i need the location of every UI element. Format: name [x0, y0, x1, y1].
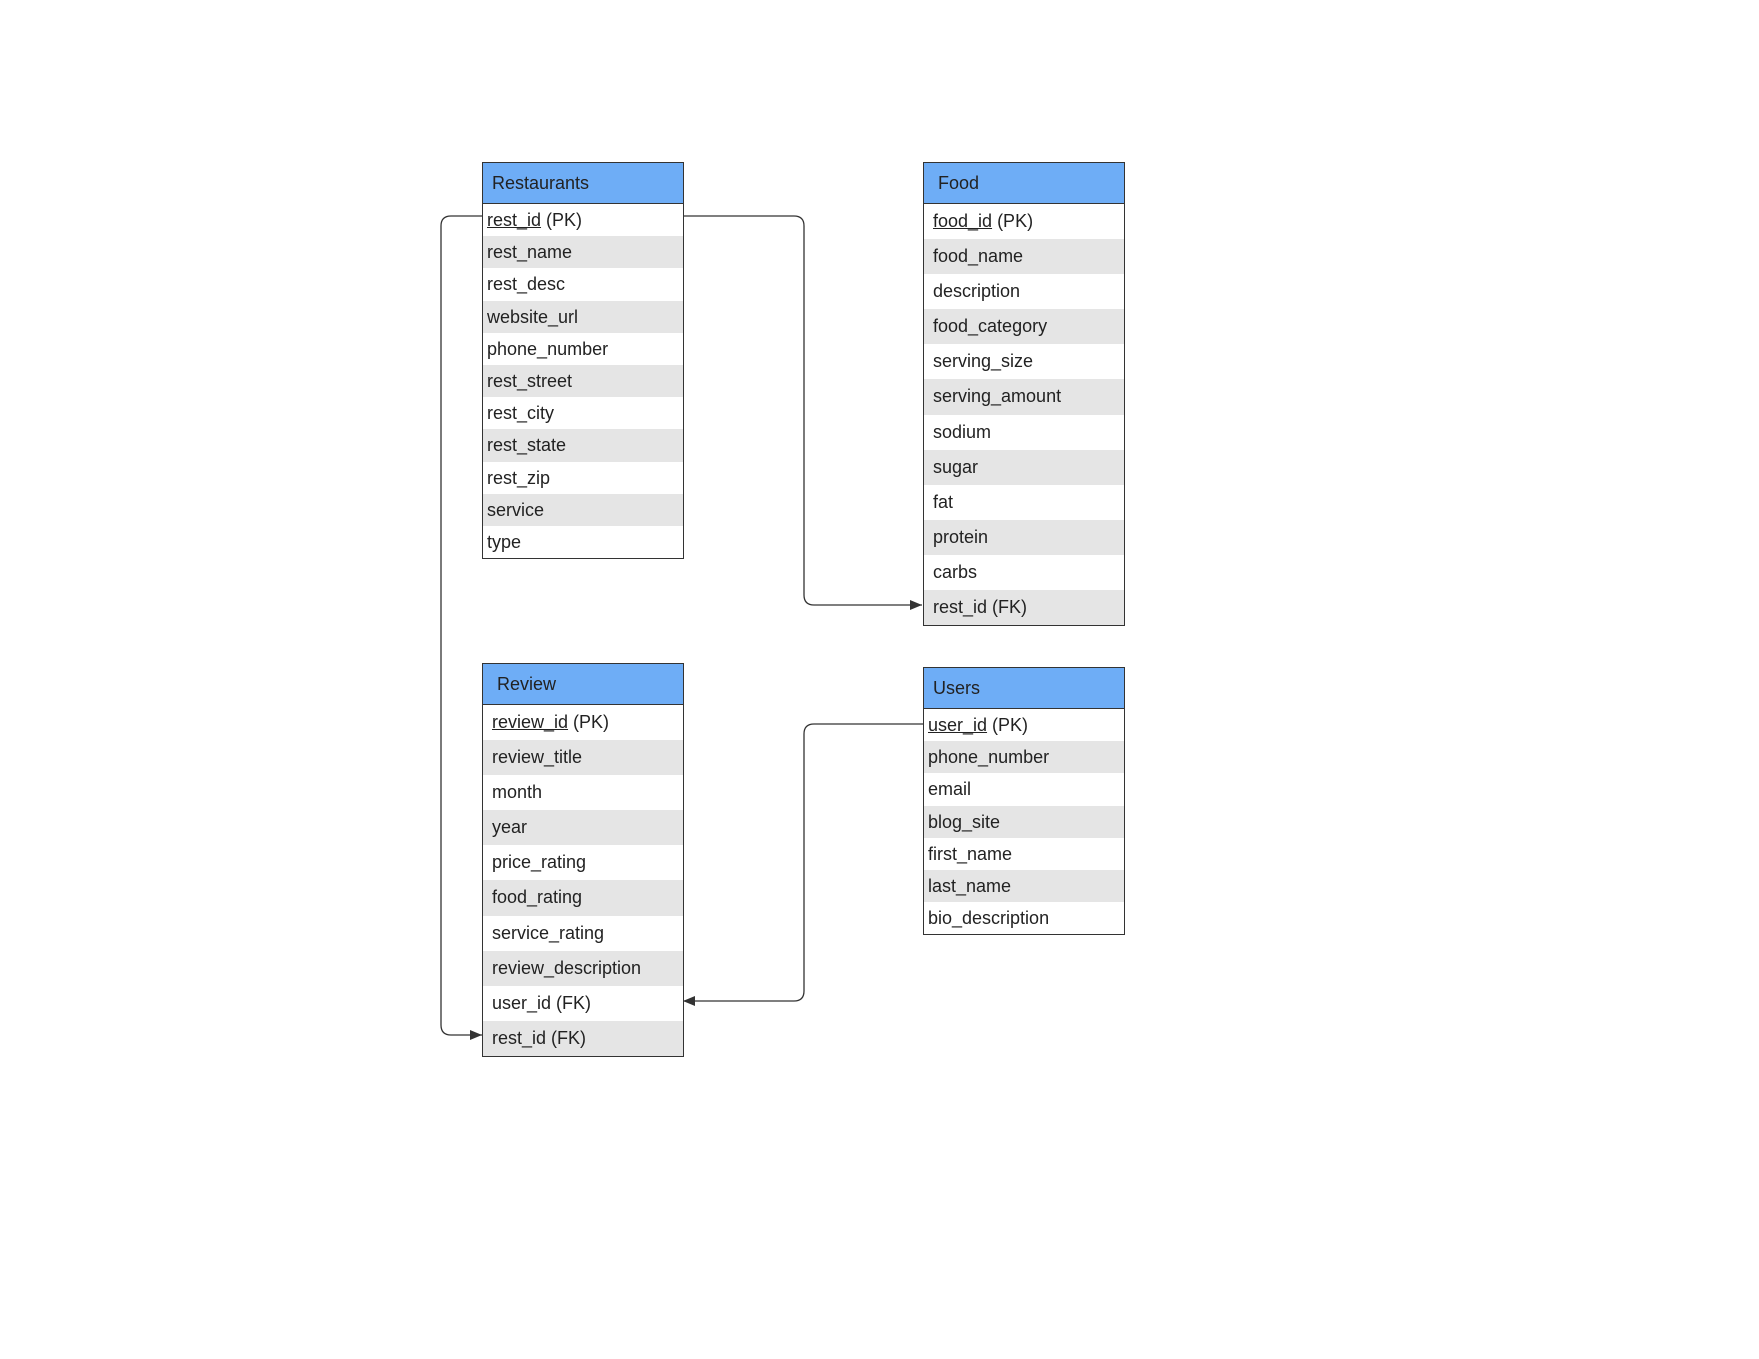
entity-fields: food_id (PK) food_name description food_cat… [924, 204, 1124, 626]
field-row: website_url [483, 300, 683, 333]
pk-field-name: food_id [933, 211, 993, 231]
field-row: rest_desc [487, 274, 566, 295]
field-row: bio_description [928, 908, 1050, 929]
field-row: serving_size [933, 351, 1034, 372]
entity-title: Users [924, 668, 1124, 709]
field-row: carbs [933, 561, 978, 582]
pk-field-name: review_id [492, 712, 569, 732]
entity-restaurants: Restaurants rest_id (PK) rest_name rest_de… [482, 162, 684, 560]
field-row: user_id (FK) [492, 992, 592, 1013]
field-row: rest_zip [487, 467, 551, 488]
pk-field-row: user_id (PK) [924, 709, 1124, 741]
field-row: first_name [928, 843, 1013, 864]
entity-fields: user_id (PK) phone_number email blog_site fi… [924, 709, 1124, 934]
entity-fields: review_id (PK) review_title month year price… [483, 705, 683, 1056]
field-row: last_name [924, 869, 1124, 903]
field-row: type [487, 531, 522, 552]
entity-title: Restaurants [483, 163, 683, 204]
field-row: blog_site [924, 805, 1124, 838]
field-row: phone_number [924, 741, 1124, 774]
field-row: year [483, 810, 683, 846]
field-row: sugar [924, 449, 1124, 485]
field-row: rest_id (FK) [483, 1020, 683, 1056]
field-row: serving_amount [924, 379, 1124, 415]
pk-field-suffix: (PK) [987, 715, 1029, 735]
field-row: service_rating [492, 922, 605, 943]
field-row: phone_number [487, 338, 609, 359]
connector-users-review [683, 723, 923, 1006]
field-row: protein [924, 519, 1124, 555]
field-row: food_rating [483, 880, 683, 916]
field-row: rest_name [483, 236, 683, 269]
entity-fields: rest_id (PK) rest_name rest_desc website_ur… [483, 204, 683, 558]
field-row: description [933, 281, 1021, 302]
field-row: fat [933, 491, 954, 512]
field-row: review_title [483, 740, 683, 776]
field-row: review_description [483, 950, 683, 986]
entity-title: Review [483, 664, 683, 705]
field-row: rest_street [483, 364, 683, 398]
pk-field-row: rest_id (PK) [483, 204, 683, 236]
field-row: sodium [933, 421, 992, 442]
field-row: email [928, 779, 972, 800]
entity-food: Food food_id (PK) food_name description foo… [923, 162, 1125, 627]
pk-field-suffix: (PK) [568, 712, 610, 732]
field-row: food_name [924, 239, 1124, 275]
field-row: price_rating [492, 852, 587, 873]
entity-users: Users user_id (PK) phone_number email blog_… [923, 667, 1125, 936]
field-row: service [483, 493, 683, 526]
field-row: month [492, 782, 543, 803]
entity-title: Food [924, 163, 1124, 204]
pk-field-row: food_id (PK) [924, 204, 1124, 239]
pk-field-name: user_id [928, 715, 988, 735]
field-row: rest_city [487, 403, 555, 424]
pk-field-row: review_id (PK) [483, 705, 683, 740]
pk-field-suffix: (PK) [541, 210, 583, 230]
connector-restaurants-review [440, 215, 482, 1040]
field-row: rest_state [483, 429, 683, 462]
connector-restaurants-food [683, 215, 922, 610]
pk-field-name: rest_id [487, 210, 542, 230]
field-row: rest_id (FK) [924, 590, 1124, 626]
relationship-connectors [440, 215, 923, 1040]
entity-review: Review review_id (PK) review_title month ye… [482, 663, 684, 1057]
field-row: food_category [924, 309, 1124, 345]
pk-field-suffix: (PK) [992, 211, 1034, 231]
